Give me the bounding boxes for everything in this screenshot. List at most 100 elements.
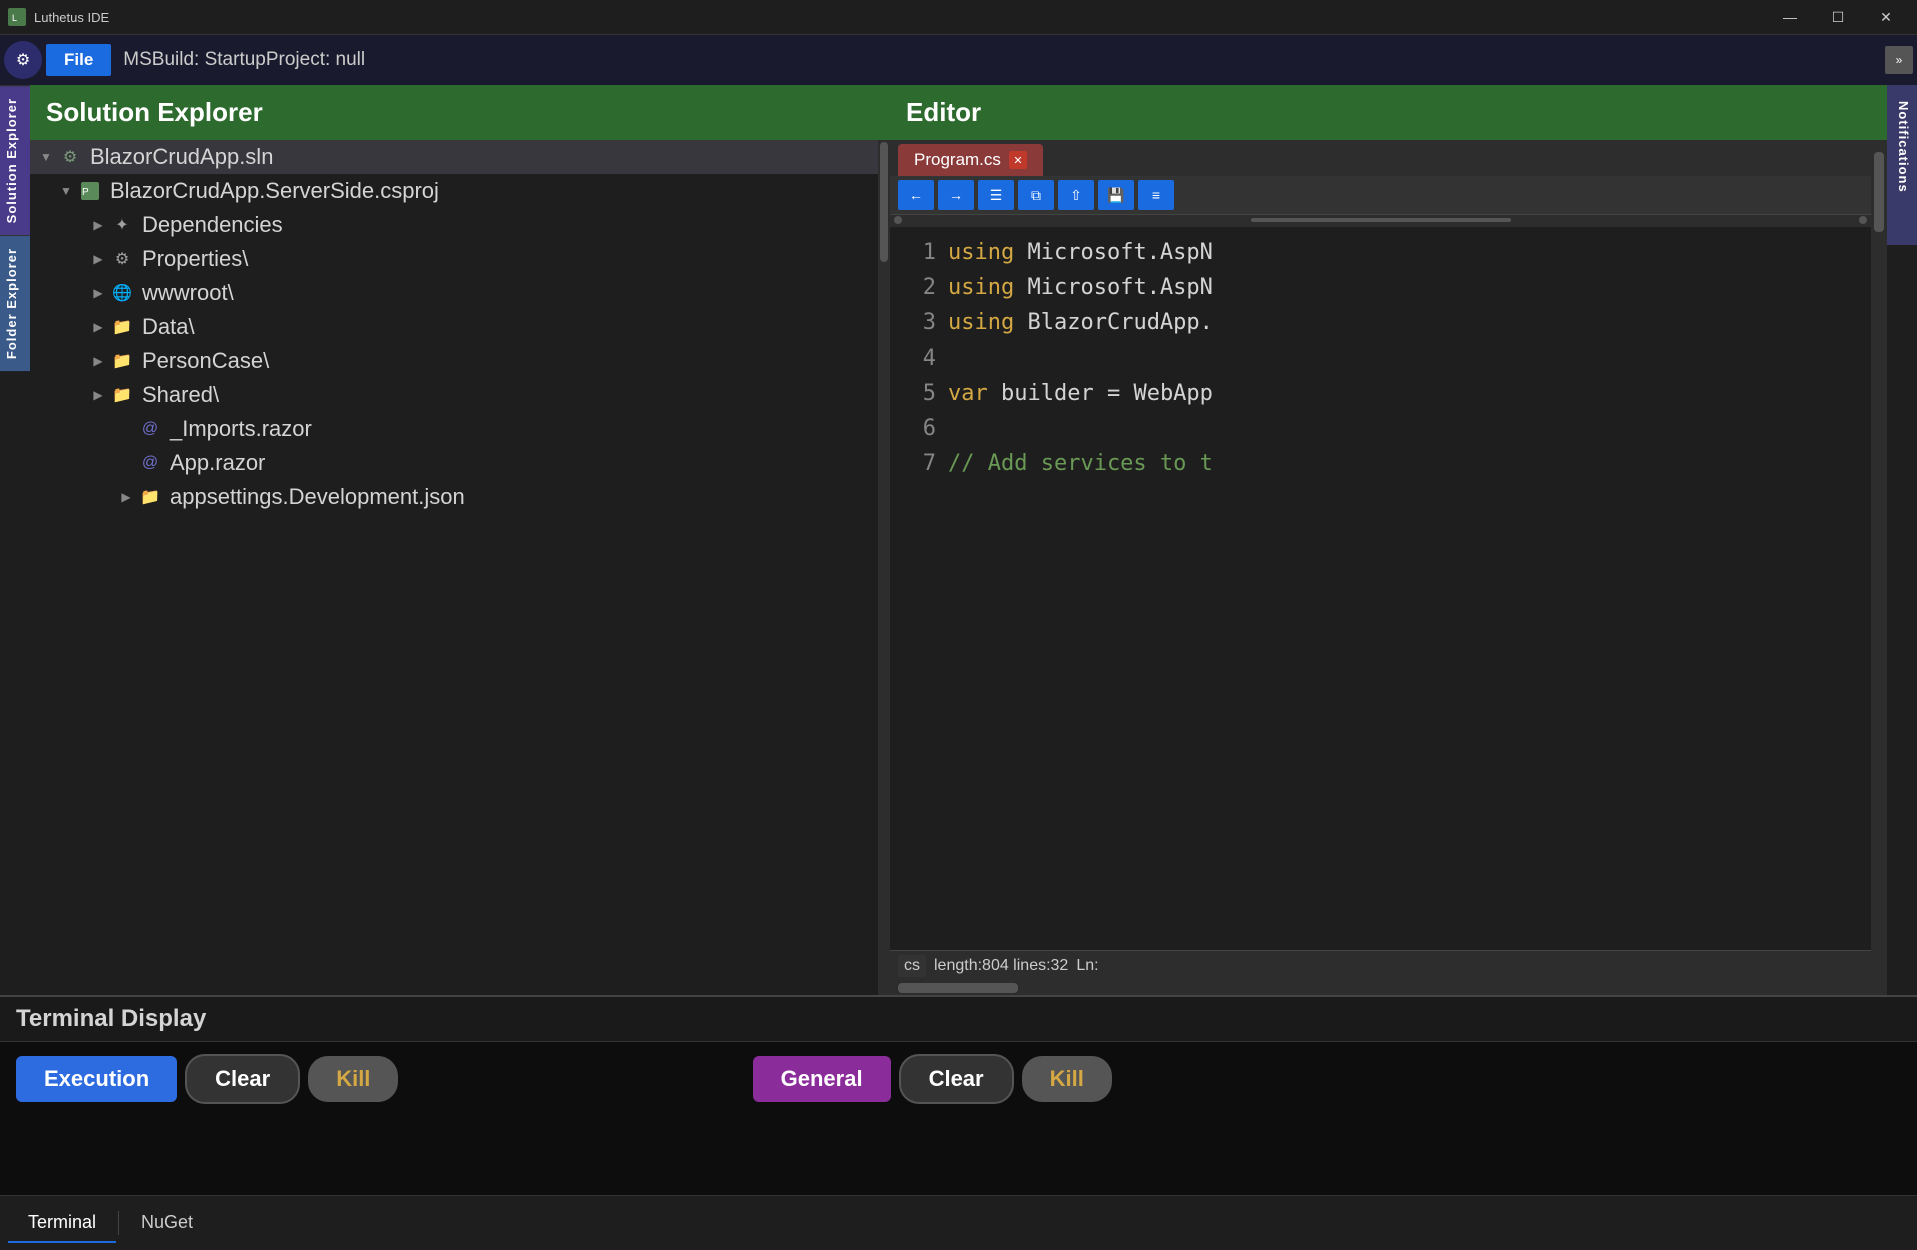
solution-explorer-header: Solution Explorer: [30, 85, 890, 140]
code-line-6: [948, 411, 1863, 446]
wwwroot-item[interactable]: ▶ 🌐 wwwroot\: [30, 276, 878, 310]
general-kill-button[interactable]: Kill: [1022, 1056, 1112, 1102]
imports-razor-item[interactable]: ▶ @ _Imports.razor: [30, 412, 878, 446]
sidebar-tab-solution[interactable]: Solution Explorer: [0, 85, 30, 235]
personcase-label: PersonCase\: [142, 348, 269, 374]
folder-icon: 📁: [110, 315, 134, 339]
wwwroot-label: wwwroot\: [142, 280, 234, 306]
terminal-area: Terminal Display Execution Clear Kill Ge…: [0, 995, 1917, 1195]
menu-button[interactable]: ☰: [978, 180, 1014, 210]
copy-button[interactable]: ⧉: [1018, 180, 1054, 210]
code-line-7: // Add services to t: [948, 446, 1863, 481]
title-bar-controls: — ☐ ✕: [1767, 2, 1909, 32]
execution-button[interactable]: Execution: [16, 1056, 177, 1102]
editor-header: Editor: [890, 85, 1887, 140]
imports-label: _Imports.razor: [170, 416, 312, 442]
chevron-right-icon: ▶: [90, 217, 106, 233]
close-button[interactable]: ✕: [1863, 2, 1909, 32]
razor-icon: @: [138, 451, 162, 475]
save-button[interactable]: 💾: [1098, 180, 1134, 210]
program-cs-tab[interactable]: Program.cs ✕: [898, 144, 1043, 176]
language-indicator: cs: [898, 955, 926, 977]
project-file-item[interactable]: ▼ P BlazorCrudApp.ServerSide.csproj: [30, 174, 878, 208]
data-item[interactable]: ▶ 📁 Data\: [30, 310, 878, 344]
shared-item[interactable]: ▶ 📁 Shared\: [30, 378, 878, 412]
cursor-position: Ln:: [1076, 957, 1098, 975]
maximize-button[interactable]: ☐: [1815, 2, 1861, 32]
dependencies-item[interactable]: ▶ ✦ Dependencies: [30, 208, 878, 242]
menu-bar: ⚙ File MSBuild: StartupProject: null »: [0, 35, 1917, 85]
close-icon: ✕: [1013, 154, 1022, 167]
folder-icon: 📁: [138, 485, 162, 509]
chevron-button[interactable]: »: [1885, 46, 1913, 74]
tab-filename: Program.cs: [914, 150, 1001, 170]
shared-label: Shared\: [142, 382, 219, 408]
code-line-1: using Microsoft.AspN: [948, 235, 1863, 270]
editor-panel: Editor Program.cs ✕ ←: [890, 85, 1887, 995]
title-bar-left: L Luthetus IDE: [8, 8, 109, 26]
razor-icon: @: [138, 417, 162, 441]
content-row: Solution Explorer Folder Explorer Soluti…: [0, 85, 1917, 995]
upload-button[interactable]: ⇧: [1058, 180, 1094, 210]
chevron-right-icon: ▶: [90, 285, 106, 301]
project-filename: BlazorCrudApp.ServerSide.csproj: [110, 178, 439, 204]
back-button[interactable]: ←: [898, 180, 934, 210]
code-content[interactable]: using Microsoft.AspN using Microsoft.Asp…: [940, 227, 1871, 950]
editor-inner: Program.cs ✕ ← → ☰ ⧉ ⇧ 💾: [890, 140, 1887, 995]
appsettings-item[interactable]: ▶ 📁 appsettings.Development.json: [30, 480, 878, 514]
solution-icon: ⚙: [58, 145, 82, 169]
folder-icon: 📁: [110, 383, 134, 407]
chevron-right-icon: ▼: [58, 183, 74, 199]
execution-clear-button[interactable]: Clear: [185, 1054, 300, 1104]
execution-kill-button[interactable]: Kill: [308, 1056, 398, 1102]
app-title: Luthetus IDE: [34, 10, 109, 25]
solution-file-item[interactable]: ▼ ⚙ BlazorCrudApp.sln: [30, 140, 878, 174]
properties-item[interactable]: ▶ ⚙ Properties\: [30, 242, 878, 276]
solution-tree: ▼ ⚙ BlazorCrudApp.sln ▼ P Bla: [30, 140, 890, 995]
scrollbar-thumb[interactable]: [880, 142, 888, 262]
general-button[interactable]: General: [753, 1056, 891, 1102]
editor-toolbar: ← → ☰ ⧉ ⇧ 💾 ≡: [890, 176, 1871, 215]
scrollbar-track[interactable]: [878, 140, 890, 995]
chevron-icon: »: [1896, 53, 1903, 67]
apprazor-label: App.razor: [170, 450, 265, 476]
scroll-thumb-bottom: [898, 983, 1018, 993]
appsettings-label: appsettings.Development.json: [170, 484, 465, 510]
settings-button[interactable]: ≡: [1138, 180, 1174, 210]
file-menu-button[interactable]: File: [46, 44, 111, 76]
editor-tabs: Program.cs ✕: [890, 140, 1871, 176]
chevron-right-icon: ▶: [90, 387, 106, 403]
editor-vertical-scrollbar[interactable]: [1871, 140, 1887, 995]
app-razor-item[interactable]: ▶ @ App.razor: [30, 446, 878, 480]
status-info: length:804 lines:32: [934, 957, 1068, 975]
gear-icon: ⚙: [16, 50, 30, 70]
code-line-5: var builder = WebApp: [948, 376, 1863, 411]
props-icon: ⚙: [110, 247, 134, 271]
code-line-3: using BlazorCrudApp.: [948, 305, 1863, 340]
properties-label: Properties\: [142, 246, 248, 272]
tab-close-button[interactable]: ✕: [1009, 151, 1027, 169]
gear-button[interactable]: ⚙: [4, 41, 42, 79]
title-bar: L Luthetus IDE — ☐ ✕: [0, 0, 1917, 35]
forward-button[interactable]: →: [938, 180, 974, 210]
minimize-button[interactable]: —: [1767, 2, 1813, 32]
nuget-tab[interactable]: NuGet: [121, 1204, 213, 1243]
general-clear-button[interactable]: Clear: [899, 1054, 1014, 1104]
chevron-right-icon: ▶: [118, 489, 134, 505]
vertical-scroll-thumb: [1874, 152, 1884, 232]
notifications-tab[interactable]: Notifications: [1887, 85, 1917, 245]
project-icon: P: [78, 179, 102, 203]
personcase-item[interactable]: ▶ 📁 PersonCase\: [30, 344, 878, 378]
terminal-tab[interactable]: Terminal: [8, 1204, 116, 1243]
tab-separator: [118, 1211, 119, 1235]
editor-scroll-top[interactable]: [890, 215, 1871, 227]
globe-icon: 🌐: [110, 281, 134, 305]
editor-status-bar: cs length:804 lines:32 Ln:: [890, 950, 1871, 981]
msbuild-label: MSBuild: StartupProject: null: [123, 49, 1881, 71]
editor-scroll-bottom[interactable]: [890, 981, 1871, 995]
chevron-right-icon: ▶: [90, 353, 106, 369]
sidebar-tab-folder[interactable]: Folder Explorer: [0, 235, 30, 371]
chevron-down-icon: ▼: [38, 149, 54, 165]
dependencies-label: Dependencies: [142, 212, 283, 238]
terminal-controls: Execution Clear Kill General Clear Kill: [0, 1042, 1917, 1116]
